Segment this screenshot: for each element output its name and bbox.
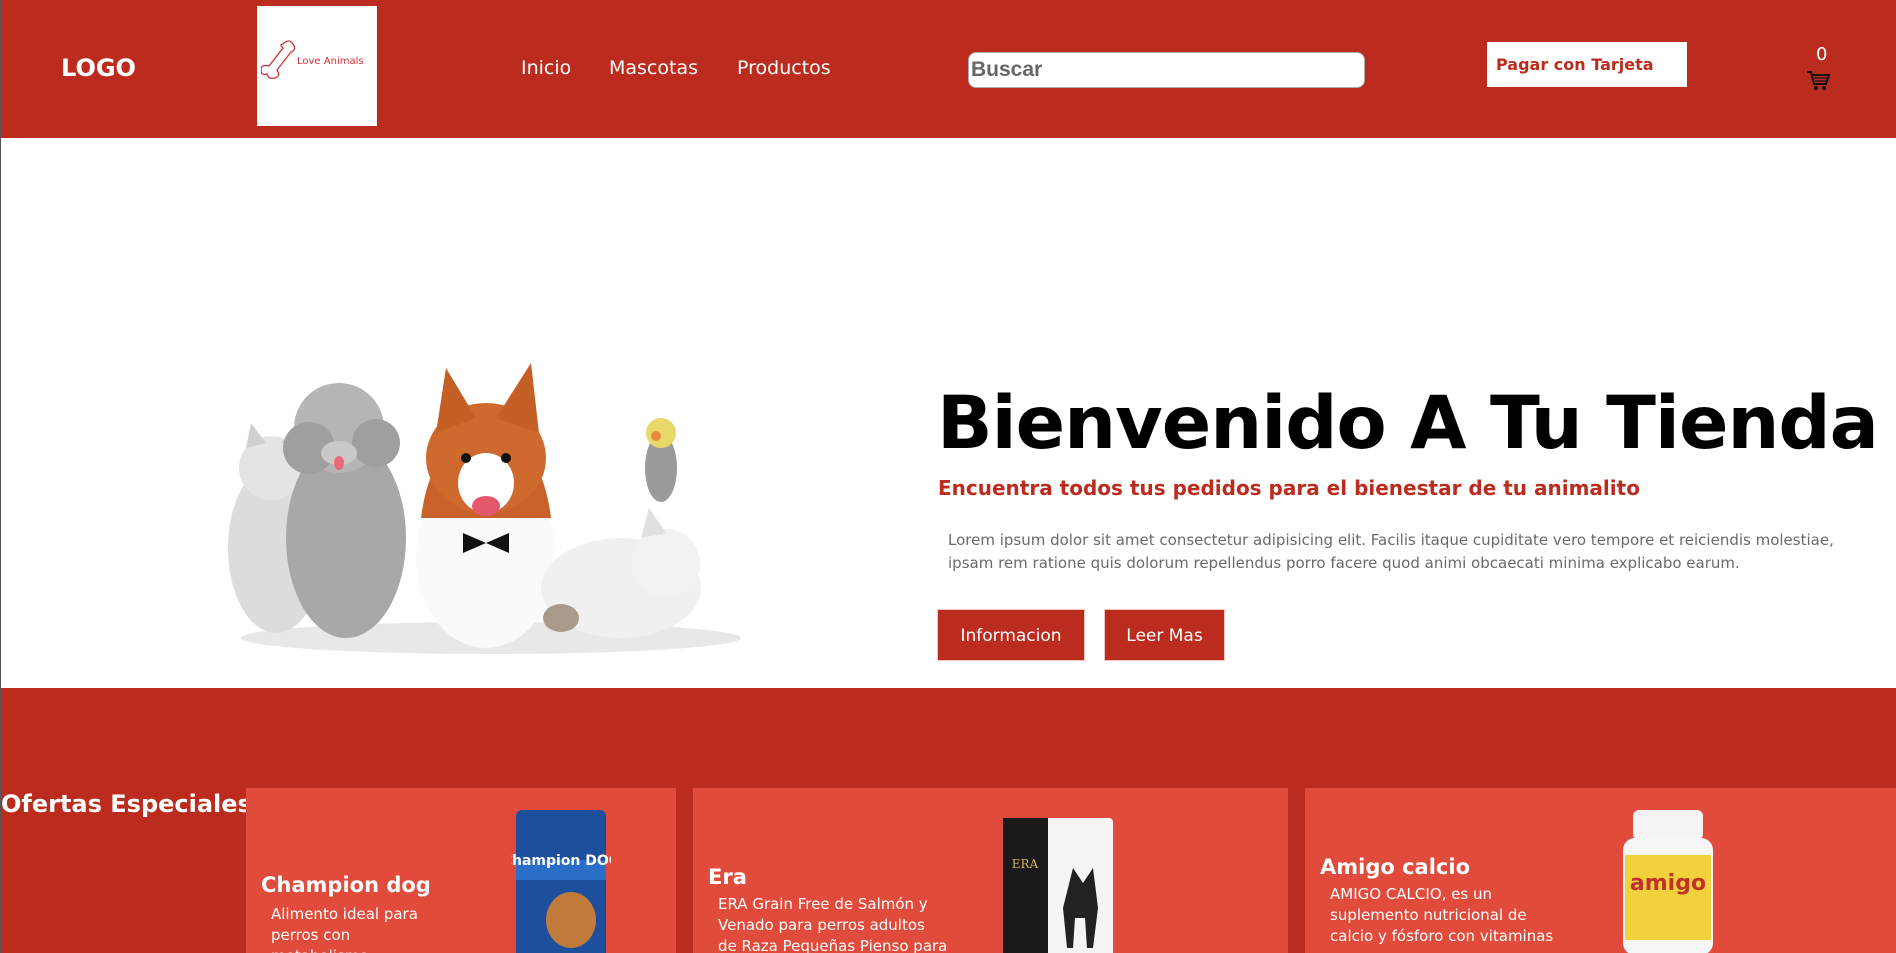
nav-mascotas[interactable]: Mascotas <box>609 57 698 79</box>
champion-product-label: Champion DOG <box>511 853 611 869</box>
champion-dog-product-image: Champion DOG <box>511 810 611 953</box>
nav-inicio[interactable]: Inicio <box>521 57 571 79</box>
pay-card-button[interactable]: Pagar con Tarjeta <box>1487 42 1687 87</box>
card-title: Champion dog <box>261 873 431 897</box>
pets-image <box>228 363 741 654</box>
brand-logo[interactable]: Love Animals <box>257 6 377 126</box>
cart-count: 0 <box>1816 44 1828 65</box>
era-product-label: ERA <box>1012 857 1039 871</box>
info-button[interactable]: Informacion <box>937 609 1085 661</box>
card-title: Era <box>708 865 747 889</box>
card-description: AMIGO CALCIO, es un suplemento nutricion… <box>1330 885 1554 945</box>
hero-title: Bienvenido A Tu Tienda <box>937 381 1879 466</box>
read-more-button[interactable]: Leer Mas <box>1104 609 1225 661</box>
nav-productos[interactable]: Productos <box>737 57 831 79</box>
hero-section: Bienvenido A Tu Tienda Encuentra todos t… <box>1 138 1896 688</box>
site-header: LOGO Love Animals Inicio Mascotas Produc… <box>1 0 1896 138</box>
search-box <box>968 52 1365 88</box>
offer-card-champion[interactable]: Champion dog Alimento ideal para perros … <box>246 788 676 953</box>
offers-section: Ofertas Especiales Champion dog Alimento… <box>1 688 1896 953</box>
offer-card-amigo[interactable]: Amigo calcio AMIGO CALCIO, es un supleme… <box>1305 788 1896 953</box>
cart-icon[interactable] <box>1806 70 1830 92</box>
hero-description: Lorem ipsum dolor sit amet consectetur a… <box>948 531 1834 572</box>
hero-subtitle: Encuentra todos tus pedidos para el bien… <box>938 476 1640 500</box>
card-description: Alimento ideal para perros con metabolis… <box>271 905 418 953</box>
card-title: Amigo calcio <box>1320 855 1470 879</box>
offer-card-era[interactable]: Era ERA Grain Free de Salmón y Venado pa… <box>693 788 1288 953</box>
offers-title: Ofertas Especiales <box>1 790 252 818</box>
bone-icon <box>261 40 296 80</box>
card-description: ERA Grain Free de Salmón y Venado para p… <box>718 895 948 953</box>
amigo-calcio-product-image: amigo <box>1623 810 1713 953</box>
logo-text[interactable]: LOGO <box>61 54 136 82</box>
brand-name: Love Animals <box>297 56 364 67</box>
era-product-image: ERA <box>1003 818 1113 953</box>
amigo-product-label: amigo <box>1630 871 1706 896</box>
search-input[interactable] <box>969 53 1364 87</box>
